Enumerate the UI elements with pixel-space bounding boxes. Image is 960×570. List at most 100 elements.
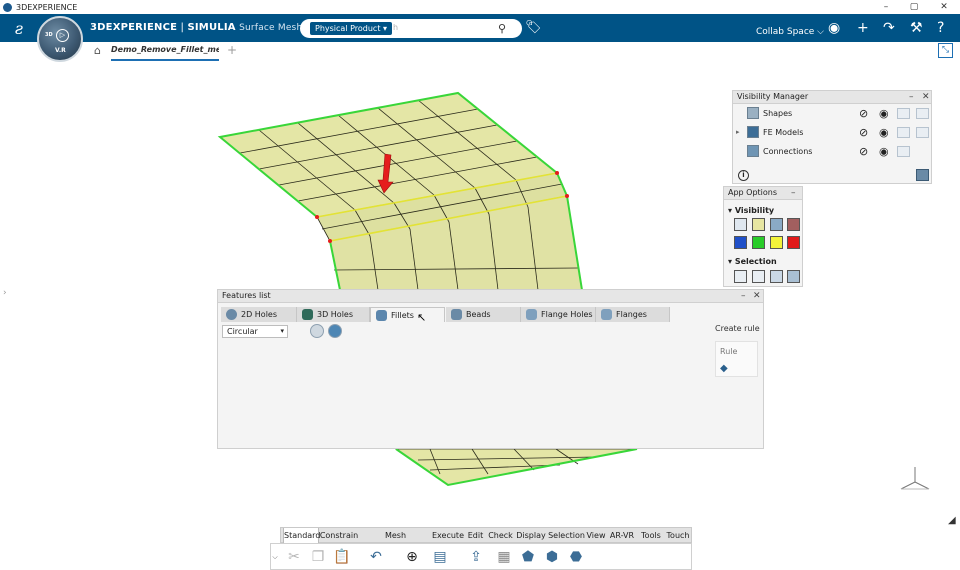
visibility-row-shapes[interactable]: Shapes ⊘ ◉: [733, 105, 931, 123]
blue-swatch[interactable]: [734, 236, 747, 249]
selection-section-label: Selection: [734, 257, 777, 266]
tab-check[interactable]: Check: [487, 528, 514, 543]
home-icon[interactable]: ⌂: [94, 44, 101, 57]
beads-icon: [451, 309, 462, 320]
share-icon[interactable]: ⇪: [467, 548, 485, 566]
mesh-part-icon[interactable]: ⬟: [519, 548, 537, 566]
detect-icon[interactable]: [328, 324, 342, 338]
hide-eye-icon[interactable]: ⊘: [859, 108, 872, 119]
corner-arrow-icon[interactable]: ◢: [948, 515, 956, 526]
tab-execute[interactable]: Execute: [432, 528, 464, 543]
tab-2d-holes[interactable]: 2D Holes: [221, 307, 297, 322]
tab-touch[interactable]: Touch: [665, 528, 691, 543]
tab-flanges[interactable]: Flanges: [596, 307, 670, 322]
visibility-row-fe-models[interactable]: ▸ FE Models ⊘ ◉: [733, 124, 931, 142]
tab-3d-holes[interactable]: 3D Holes: [297, 307, 370, 322]
expand-arrow-icon[interactable]: ▸: [736, 128, 740, 136]
user-icon[interactable]: ◉: [828, 20, 840, 36]
wireframe-display-icon[interactable]: [734, 218, 747, 231]
hide-eye-icon[interactable]: ⊘: [859, 127, 872, 138]
select-vertex-icon[interactable]: [734, 270, 747, 283]
red-swatch[interactable]: [787, 236, 800, 249]
catalog-icon[interactable]: ▤: [431, 548, 449, 566]
collab-space-selector[interactable]: Collab Space ⌵: [756, 27, 824, 37]
rule-fillet-icon[interactable]: ◆: [720, 364, 731, 374]
isolate-icon[interactable]: [916, 127, 929, 138]
panel-minimize-icon[interactable]: –: [791, 187, 796, 199]
compass-play-icon[interactable]: ▷: [56, 29, 69, 42]
filter-icon[interactable]: [897, 127, 910, 138]
tab-beads[interactable]: Beads: [446, 307, 521, 322]
visibility-row-connections[interactable]: Connections ⊘ ◉: [733, 143, 931, 161]
green-swatch[interactable]: [752, 236, 765, 249]
copy-icon[interactable]: ❐: [309, 548, 327, 566]
search-bar[interactable]: Physical Product ▾ h ⚲: [300, 19, 522, 38]
tag-icon[interactable]: 🏷: [525, 20, 542, 35]
select-edge-icon[interactable]: [752, 270, 765, 283]
properties-icon[interactable]: ▦: [495, 548, 513, 566]
panel-minimize-icon[interactable]: –: [741, 290, 746, 302]
tab-edit[interactable]: Edit: [464, 528, 487, 543]
isolate-icon[interactable]: [916, 108, 929, 119]
shapes-icon: [747, 107, 759, 119]
rule-label: Rule: [720, 347, 738, 356]
select-body-icon[interactable]: [787, 270, 800, 283]
mesh-update-icon[interactable]: ⬣: [567, 548, 585, 566]
visibility-section-header[interactable]: ▾ Visibility: [728, 206, 774, 215]
help-icon[interactable]: ?: [937, 20, 944, 36]
shaded-display-icon[interactable]: [752, 218, 765, 231]
search-scope-dropdown[interactable]: Physical Product ▾: [310, 22, 393, 35]
search-icon[interactable]: ⚲: [498, 22, 506, 35]
select-face-icon[interactable]: [770, 270, 783, 283]
search-input[interactable]: h: [393, 23, 398, 32]
chevron-down-icon[interactable]: ⌵: [271, 548, 279, 566]
info-icon[interactable]: i: [738, 170, 749, 181]
fit-all-icon[interactable]: ⤡: [938, 43, 953, 58]
expand-left-panel-icon[interactable]: ›: [3, 288, 7, 298]
delete-mesh-icon[interactable]: ⬢: [543, 548, 561, 566]
cut-icon[interactable]: ✂: [285, 548, 303, 566]
selection-section-header[interactable]: ▾ Selection: [728, 257, 777, 266]
tab-standard[interactable]: Standard: [283, 528, 320, 543]
add-tab-button[interactable]: +: [227, 43, 237, 57]
quality-display-icon[interactable]: [787, 218, 800, 231]
show-eye-icon[interactable]: ◉: [879, 127, 892, 138]
share-icon[interactable]: ↷: [883, 20, 895, 36]
ds-logo-icon[interactable]: ƨ: [8, 18, 30, 40]
fillet-type-dropdown[interactable]: Circular ▾: [222, 325, 288, 338]
show-eye-icon[interactable]: ◉: [879, 146, 892, 157]
erase-icon[interactable]: [310, 324, 324, 338]
panel-minimize-icon[interactable]: –: [909, 91, 914, 103]
close-button[interactable]: ✕: [930, 0, 958, 14]
tab-selection[interactable]: Selection: [548, 528, 585, 543]
tab-ar-vr[interactable]: AR-VR: [607, 528, 637, 543]
filter-icon[interactable]: [897, 108, 910, 119]
maximize-button[interactable]: ▢: [900, 0, 928, 14]
axis-triad-icon[interactable]: [898, 465, 932, 493]
tools-icon[interactable]: ⚒: [910, 20, 923, 36]
panel-close-icon[interactable]: ✕: [922, 91, 930, 103]
tab-display[interactable]: Display: [514, 528, 548, 543]
tab-mesh-specifications[interactable]: Mesh Specifications: [359, 528, 432, 555]
settings-icon[interactable]: [916, 169, 929, 181]
hide-eye-icon[interactable]: ⊘: [859, 146, 872, 157]
panel-close-icon[interactable]: ✕: [753, 290, 761, 302]
tab-tools[interactable]: Tools: [637, 528, 665, 543]
compass-widget[interactable]: 3D ▷ V.R: [37, 16, 83, 62]
tab-view[interactable]: View: [585, 528, 607, 543]
yellow-swatch[interactable]: [770, 236, 783, 249]
filter-icon[interactable]: [897, 146, 910, 157]
paste-icon[interactable]: 📋: [333, 548, 351, 566]
minimize-button[interactable]: –: [872, 0, 900, 14]
zoom-icon[interactable]: ⊕: [403, 548, 421, 566]
add-icon[interactable]: +: [857, 20, 869, 36]
tab-flange-holes[interactable]: Flange Holes: [521, 307, 596, 322]
undo-icon[interactable]: ↶: [367, 548, 385, 566]
mesh-display-icon[interactable]: [770, 218, 783, 231]
create-rule-button[interactable]: Create rule: [715, 324, 760, 333]
tab-fillets[interactable]: Fillets: [370, 307, 445, 322]
action-bar: Standard Constrain Mesh Specifications E…: [270, 527, 692, 570]
tab-constrain[interactable]: Constrain: [319, 528, 359, 543]
document-tab[interactable]: Demo_Remove_Fillet_meshi: [111, 45, 219, 61]
show-eye-icon[interactable]: ◉: [879, 108, 892, 119]
